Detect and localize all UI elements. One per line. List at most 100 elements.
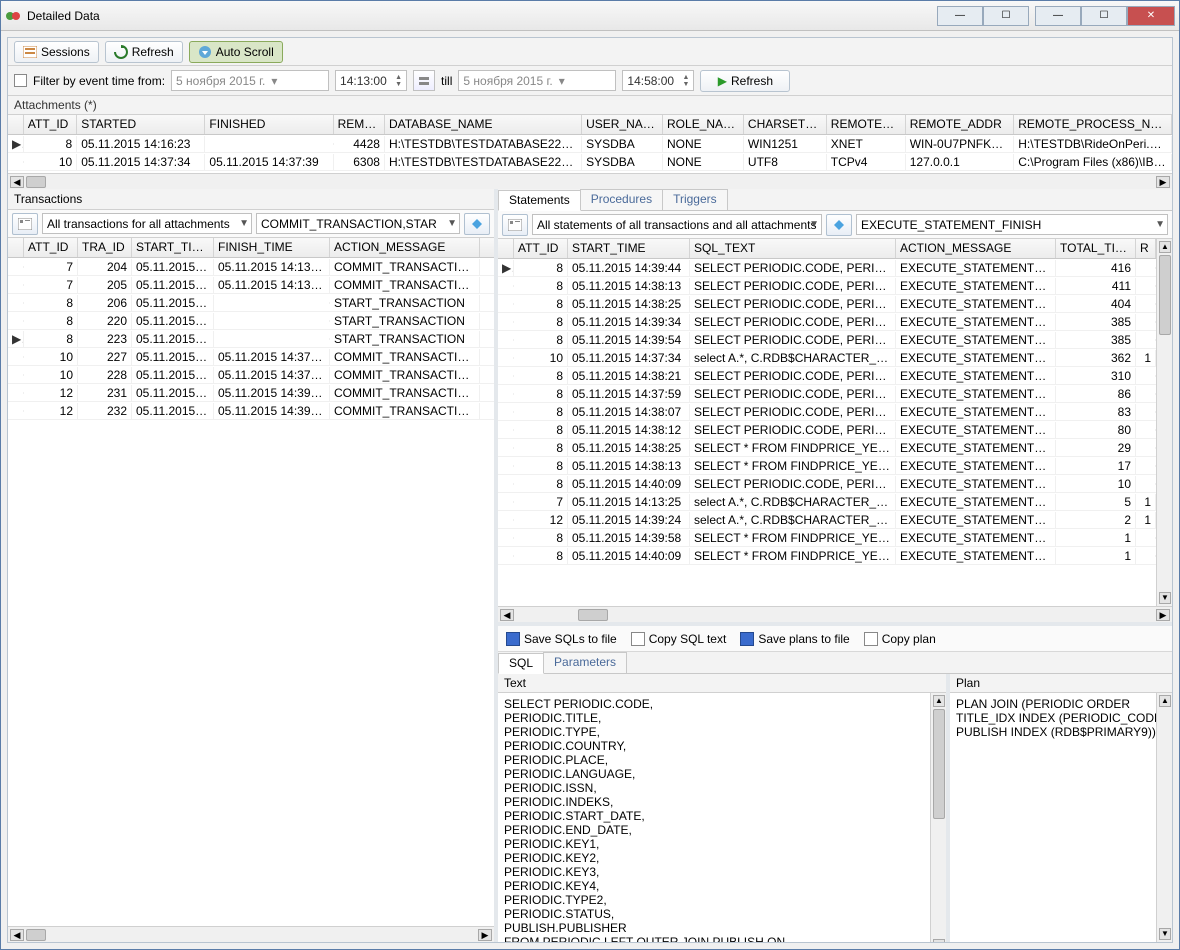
scroll-down-icon[interactable]: ▼ (1159, 592, 1171, 604)
table-row[interactable]: 8 05.11.2015 14:39:58 SELECT * FROM FIND… (498, 529, 1156, 547)
table-row[interactable]: 8 05.11.2015 14:38:25 SELECT PERIODIC.CO… (498, 295, 1156, 313)
statements-apply-filter[interactable] (826, 214, 852, 236)
window-sub-maximize[interactable]: ☐ (983, 6, 1029, 26)
statements-filter: All statements of all transactions and a… (498, 211, 1172, 239)
table-row[interactable]: ▶ 8 05.11.2015 14:16:23 4428 H:\TESTDB\T… (8, 135, 1172, 153)
table-row[interactable]: 8 220 05.11.2015 14 START_TRANSACTION (8, 312, 494, 330)
autoscroll-button[interactable]: Auto Scroll (189, 41, 283, 63)
filter-checkbox[interactable] (14, 74, 27, 87)
window-sub-controls: ― ☐ (937, 6, 1029, 26)
table-row[interactable]: 8 05.11.2015 14:38:07 SELECT PERIODIC.CO… (498, 403, 1156, 421)
save-icon (740, 632, 754, 646)
tab-triggers[interactable]: Triggers (662, 189, 728, 210)
table-row[interactable]: ▶ 8 223 05.11.2015 14 START_TRANSACTION (8, 330, 494, 348)
transactions-title: Transactions (8, 189, 494, 210)
refresh-button[interactable]: Refresh (105, 41, 183, 63)
statements-hscroll[interactable]: ◀ ▶ (498, 606, 1172, 622)
filter-refresh-button[interactable]: ▶ Refresh (700, 70, 790, 92)
save-plans-button[interactable]: Save plans to file (740, 632, 849, 646)
window-maximize[interactable]: ☐ (1081, 6, 1127, 26)
from-time-input[interactable]: 14:13:00 ▲▼ (335, 70, 407, 91)
scroll-thumb[interactable] (26, 176, 46, 188)
table-row[interactable]: ▶ 8 05.11.2015 14:39:44 SELECT PERIODIC.… (498, 259, 1156, 277)
scroll-up-icon[interactable]: ▲ (1159, 695, 1171, 707)
table-row[interactable]: 12 231 05.11.2015 14 05.11.2015 14:39:24… (8, 384, 494, 402)
transactions-filter-text[interactable]: COMMIT_TRANSACTION,STAR▼ (256, 213, 460, 234)
table-row[interactable]: 8 05.11.2015 14:40:09 SELECT * FROM FIND… (498, 547, 1156, 565)
transactions-grid[interactable]: ATT_IDTRA_IDSTART_TIMEFINISH_TIMEACTION_… (8, 238, 494, 926)
scroll-down-icon[interactable]: ▼ (933, 939, 945, 942)
table-row[interactable]: 8 05.11.2015 14:38:13 SELECT PERIODIC.CO… (498, 277, 1156, 295)
grid-options-button[interactable] (502, 214, 528, 236)
scroll-thumb[interactable] (933, 709, 945, 819)
window-close[interactable]: ✕ (1127, 6, 1175, 26)
window-sub-minimize[interactable]: ― (937, 6, 983, 26)
sql-text-area[interactable]: SELECT PERIODIC.CODE, PERIODIC.TITLE, PE… (498, 693, 930, 942)
table-row[interactable]: 12 232 05.11.2015 14 05.11.2015 14:39:29… (8, 402, 494, 420)
scroll-thumb[interactable] (26, 929, 46, 941)
from-date-input[interactable]: 5 ноября 2015 г.▾ (171, 70, 329, 91)
table-row[interactable]: 8 05.11.2015 14:40:09 SELECT PERIODIC.CO… (498, 475, 1156, 493)
copy-sql-button[interactable]: Copy SQL text (631, 632, 727, 646)
save-sqls-button[interactable]: Save SQLs to file (506, 632, 617, 646)
sql-text-label: Text (498, 674, 946, 693)
window-minimize[interactable]: ― (1035, 6, 1081, 26)
scroll-left-icon[interactable]: ◀ (10, 176, 24, 188)
scroll-right-icon[interactable]: ▶ (1156, 609, 1170, 621)
copy-plan-button[interactable]: Copy plan (864, 632, 936, 646)
table-row[interactable]: 10 05.11.2015 14:37:34 05.11.2015 14:37:… (8, 153, 1172, 171)
table-row[interactable]: 8 05.11.2015 14:38:13 SELECT * FROM FIND… (498, 457, 1156, 475)
scroll-thumb[interactable] (1159, 255, 1171, 335)
table-row[interactable]: 10 227 05.11.2015 14 05.11.2015 14:37:34… (8, 348, 494, 366)
scroll-right-icon[interactable]: ▶ (1156, 176, 1170, 188)
range-preset-button[interactable] (413, 70, 435, 91)
statements-filter-combo[interactable]: All statements of all transactions and a… (532, 214, 822, 235)
to-date-input[interactable]: 5 ноября 2015 г.▾ (458, 70, 616, 91)
sql-text-vscroll[interactable]: ▲ ▼ (930, 693, 946, 942)
plan-label: Plan (950, 674, 1172, 693)
transactions-filter-combo[interactable]: All transactions for all attachments▼ (42, 213, 252, 234)
table-row[interactable]: 8 05.11.2015 14:38:12 SELECT PERIODIC.CO… (498, 421, 1156, 439)
scroll-right-icon[interactable]: ▶ (478, 929, 492, 941)
table-row[interactable]: 8 05.11.2015 14:39:34 SELECT PERIODIC.CO… (498, 313, 1156, 331)
table-row[interactable]: 12 05.11.2015 14:39:24 select A.*, C.RDB… (498, 511, 1156, 529)
scroll-down-icon[interactable]: ▼ (1159, 928, 1171, 940)
chevron-down-icon: ▼ (239, 218, 249, 229)
attachments-hscroll[interactable]: ◀ ▶ (8, 173, 1172, 189)
scroll-left-icon[interactable]: ◀ (10, 929, 24, 941)
table-row[interactable]: 8 05.11.2015 14:38:21 SELECT PERIODIC.CO… (498, 367, 1156, 385)
grid-options-button[interactable] (12, 213, 38, 235)
table-row[interactable]: 7 205 05.11.2015 14 05.11.2015 14:13:31 … (8, 276, 494, 294)
tab-parameters[interactable]: Parameters (543, 652, 627, 673)
scroll-up-icon[interactable]: ▲ (933, 695, 945, 707)
sessions-button[interactable]: Sessions (14, 41, 99, 63)
plan-vscroll[interactable]: ▲ ▼ (1156, 693, 1172, 942)
spin-icon: ▲▼ (682, 74, 689, 88)
to-time-input[interactable]: 14:58:00 ▲▼ (622, 70, 694, 91)
table-row[interactable]: 10 228 05.11.2015 14 05.11.2015 14:37:39… (8, 366, 494, 384)
tab-sql[interactable]: SQL (498, 653, 544, 674)
table-row[interactable]: 8 05.11.2015 14:37:59 SELECT PERIODIC.CO… (498, 385, 1156, 403)
tab-statements[interactable]: Statements (498, 190, 581, 211)
table-row[interactable]: 8 05.11.2015 14:39:54 SELECT PERIODIC.CO… (498, 331, 1156, 349)
calendar-icon: ▾ (559, 74, 565, 88)
autoscroll-label: Auto Scroll (216, 45, 274, 59)
app-icon (5, 8, 21, 24)
table-row[interactable]: 8 206 05.11.2015 14 START_TRANSACTION (8, 294, 494, 312)
statements-grid[interactable]: ATT_IDSTART_TIMESQL_TEXTACTION_MESSAGETO… (498, 239, 1156, 606)
table-row[interactable]: 7 05.11.2015 14:13:25 select A.*, C.RDB$… (498, 493, 1156, 511)
scroll-thumb[interactable] (578, 609, 608, 621)
table-row[interactable]: 7 204 05.11.2015 14 05.11.2015 14:13:25 … (8, 258, 494, 276)
statements-vscroll[interactable]: ▲ ▼ (1156, 239, 1172, 606)
table-row[interactable]: 10 05.11.2015 14:37:34 select A.*, C.RDB… (498, 349, 1156, 367)
sql-split: Text SELECT PERIODIC.CODE, PERIODIC.TITL… (498, 674, 1172, 942)
statements-filter-text[interactable]: EXECUTE_STATEMENT_FINISH▼ (856, 214, 1168, 235)
transactions-hscroll[interactable]: ◀ ▶ (8, 926, 494, 942)
scroll-up-icon[interactable]: ▲ (1159, 241, 1171, 253)
attachments-grid[interactable]: ATT_IDSTARTEDFINISHEDREMO...DATABASE_NAM… (8, 115, 1172, 173)
scroll-left-icon[interactable]: ◀ (500, 609, 514, 621)
tab-procedures[interactable]: Procedures (580, 189, 663, 210)
table-row[interactable]: 8 05.11.2015 14:38:25 SELECT * FROM FIND… (498, 439, 1156, 457)
plan-text-area[interactable]: PLAN JOIN (PERIODIC ORDER TITLE_IDX INDE… (950, 693, 1156, 942)
transactions-apply-filter[interactable] (464, 213, 490, 235)
